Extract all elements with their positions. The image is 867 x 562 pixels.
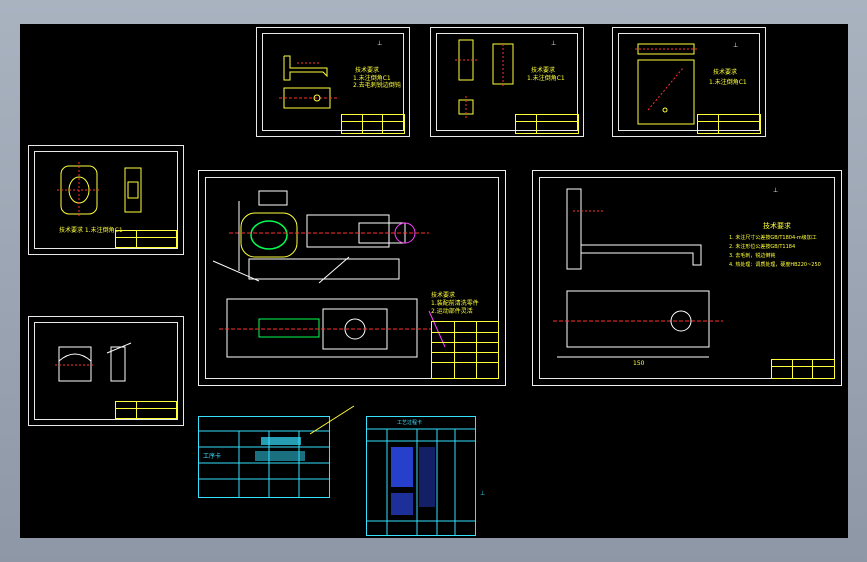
- cad-viewer-window: ⊥ 技术要求 1.未注倒角C1 2.去毛刺锐边倒钝 ⊥ 技术要求 1.未注倒角C…: [0, 0, 867, 562]
- process-table-marker: ⊥: [480, 490, 486, 497]
- drawing-canvas[interactable]: ⊥ 技术要求 1.未注倒角C1 2.去毛刺锐边倒钝 ⊥ 技术要求 1.未注倒角C…: [20, 24, 848, 538]
- process-table-label: 工艺过程卡: [397, 420, 423, 426]
- process-table[interactable]: 工艺过程卡: [366, 416, 476, 536]
- process-table-grid: [367, 428, 475, 535]
